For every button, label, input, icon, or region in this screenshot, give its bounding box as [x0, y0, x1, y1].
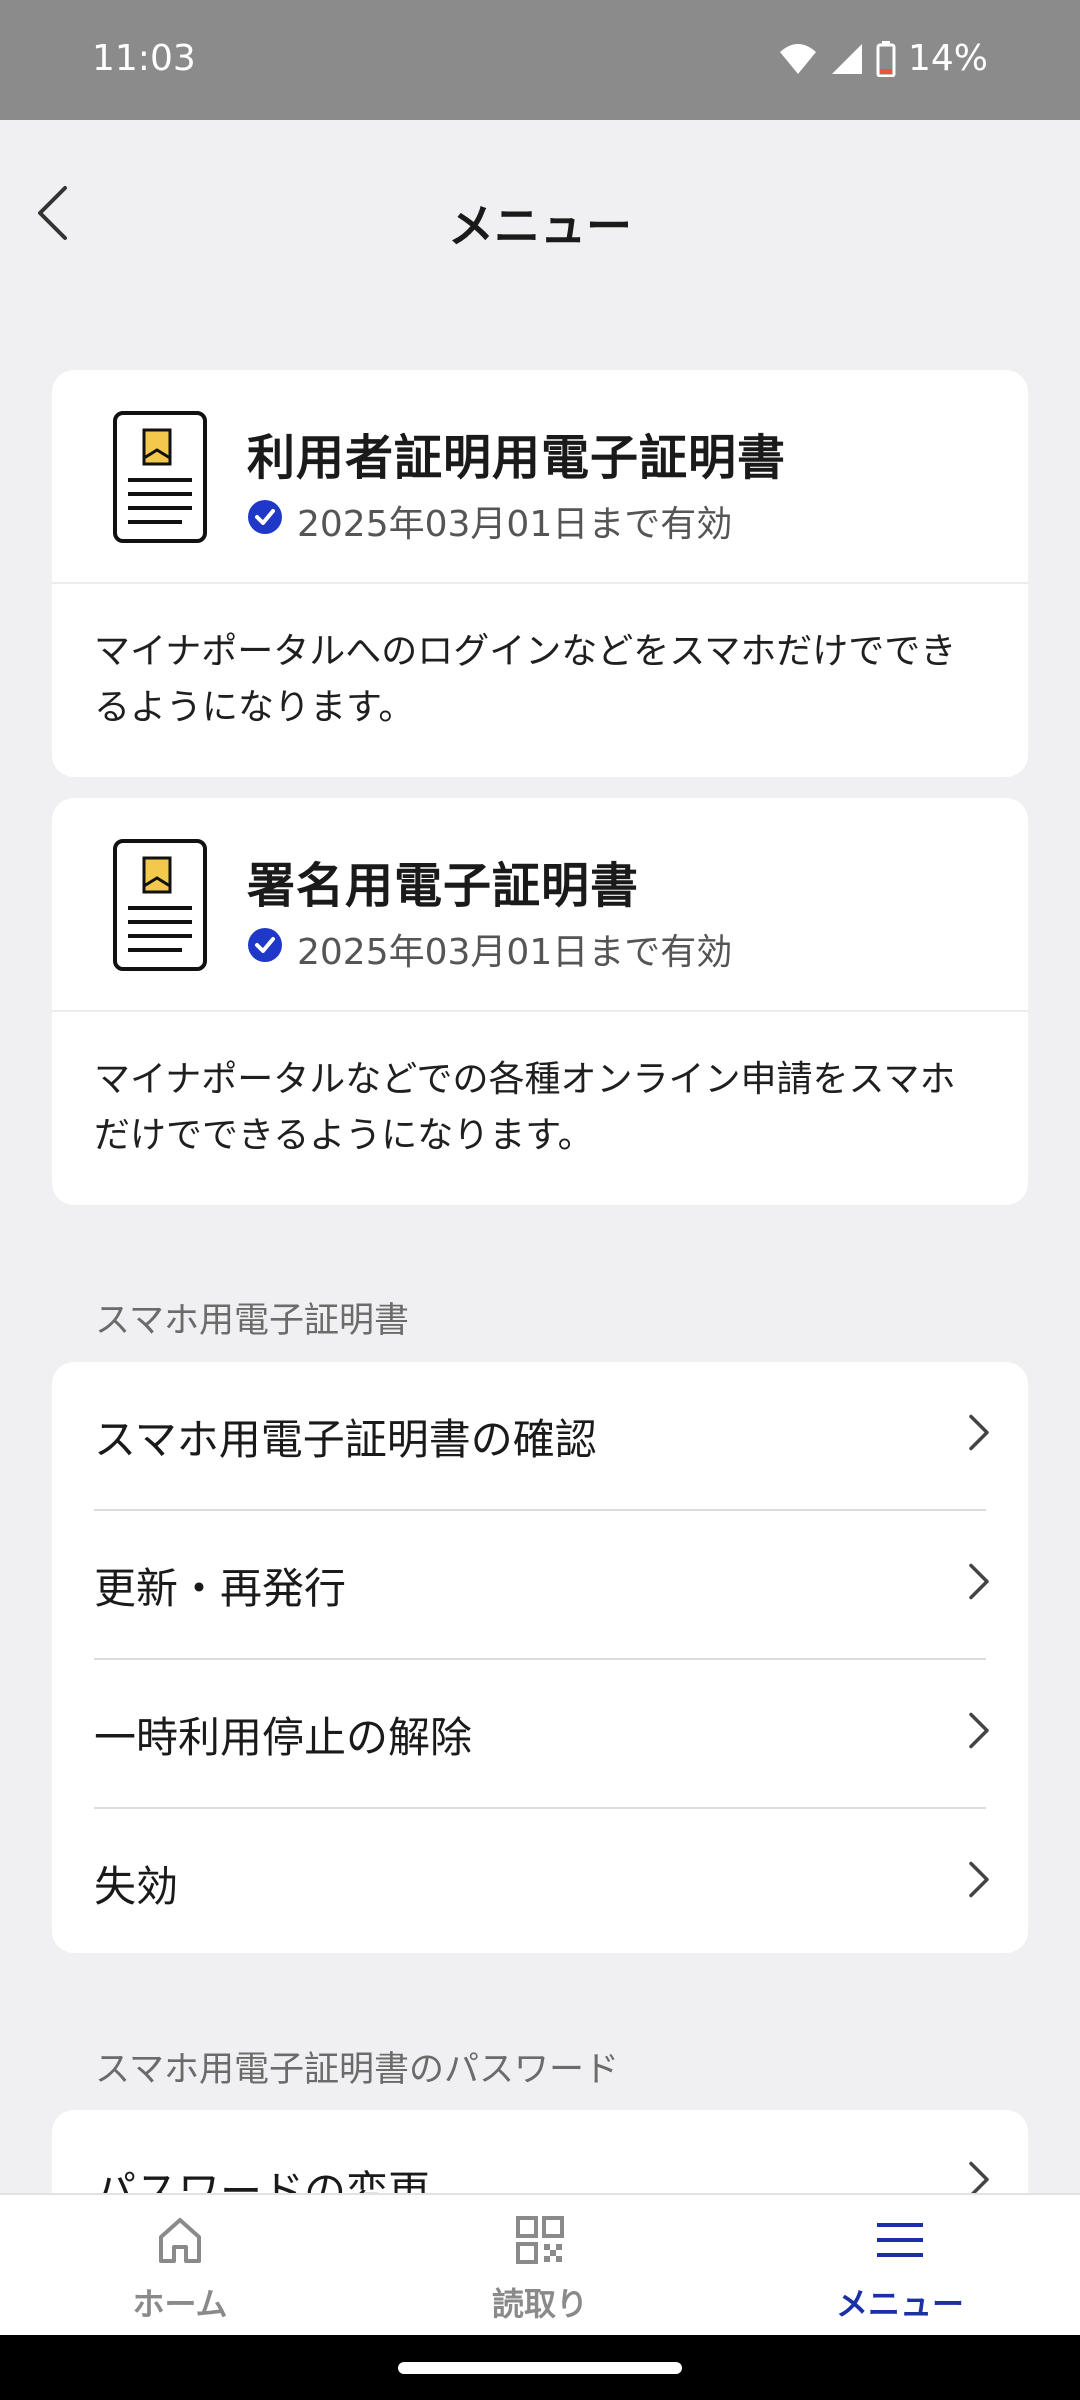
certificate-icon [112, 838, 208, 976]
gesture-bar [0, 2335, 1080, 2400]
nav-menu[interactable]: メニュー [720, 2195, 1080, 2335]
gesture-handle[interactable] [398, 2362, 682, 2374]
certificate-icon [112, 410, 208, 548]
status-time: 11:03 [92, 38, 196, 79]
chevron-right-icon [968, 1710, 990, 1759]
menu-item-release-suspension[interactable]: 一時利用停止の解除 [52, 1660, 1028, 1809]
battery-percent: 14% [907, 38, 988, 79]
menu-item-revoke[interactable]: 失効 [52, 1809, 1028, 1953]
certificate-title: 利用者証明用電子証明書 [247, 430, 787, 486]
certificate-card-signature[interactable]: 署名用電子証明書 2025年03月01日まで有効 マイナポータルなどでの各種オン… [52, 798, 1028, 1205]
menu-item-renew-reissue[interactable]: 更新・再発行 [52, 1511, 1028, 1660]
section-label-certificate: スマホ用電子証明書 [95, 1301, 409, 1341]
check-circle-icon [247, 927, 283, 972]
nav-menu-label: メニュー [835, 2285, 964, 2323]
status-bar: 11:03 14% [0, 0, 1080, 120]
page-title: メニュー [448, 199, 632, 253]
menu-item-label: スマホ用電子証明書の確認 [94, 1415, 597, 1464]
validity-text: 2025年03月01日まで有効 [297, 932, 733, 973]
chevron-right-icon [968, 1859, 990, 1908]
chevron-right-icon [968, 1412, 990, 1461]
menu-item-label: 更新・再発行 [94, 1564, 347, 1613]
home-icon [156, 2215, 204, 2273]
certificate-title: 署名用電子証明書 [247, 858, 640, 914]
menu-item-confirm-certificate[interactable]: スマホ用電子証明書の確認 [52, 1362, 1028, 1511]
bottom-navigation: ホーム 読取り メニュー [0, 2193, 1080, 2335]
nav-home[interactable]: ホーム [0, 2195, 360, 2335]
certificate-card-user[interactable]: 利用者証明用電子証明書 2025年03月01日まで有効 マイナポータルへのログイ… [52, 370, 1028, 777]
battery-icon [876, 40, 896, 77]
certificate-header: 署名用電子証明書 2025年03月01日まで有効 [52, 798, 1028, 1012]
validity-text: 2025年03月01日まで有効 [297, 504, 733, 545]
menu-item-label: 失効 [94, 1862, 179, 1911]
certificate-description: マイナポータルへのログインなどをスマホだけでできるようになります。 [94, 631, 957, 728]
signal-icon [830, 42, 864, 76]
certificate-header: 利用者証明用電子証明書 2025年03月01日まで有効 [52, 370, 1028, 584]
nav-scan[interactable]: 読取り [360, 2195, 720, 2335]
app-bar: メニュー [0, 120, 1080, 310]
nav-home-label: ホーム [132, 2285, 228, 2323]
check-circle-icon [247, 499, 283, 544]
section-label-password: スマホ用電子証明書のパスワード [95, 2050, 619, 2090]
status-icons: 14% [778, 38, 988, 79]
menu-icon [874, 2215, 926, 2273]
certificate-validity: 2025年03月01日まで有効 [247, 923, 732, 975]
nav-scan-label: 読取り [491, 2285, 588, 2323]
certificate-description: マイナポータルなどでの各種オンライン申請をスマホだけでできるようになります。 [94, 1059, 956, 1156]
menu-list-certificate: スマホ用電子証明書の確認 更新・再発行 一時利用停止の解除 失効 [52, 1362, 1028, 1953]
chevron-right-icon [968, 1561, 990, 1610]
certificate-validity: 2025年03月01日まで有効 [247, 495, 732, 547]
wifi-icon [778, 42, 818, 76]
qr-code-icon [515, 2215, 565, 2273]
menu-item-label: 一時利用停止の解除 [94, 1713, 473, 1762]
